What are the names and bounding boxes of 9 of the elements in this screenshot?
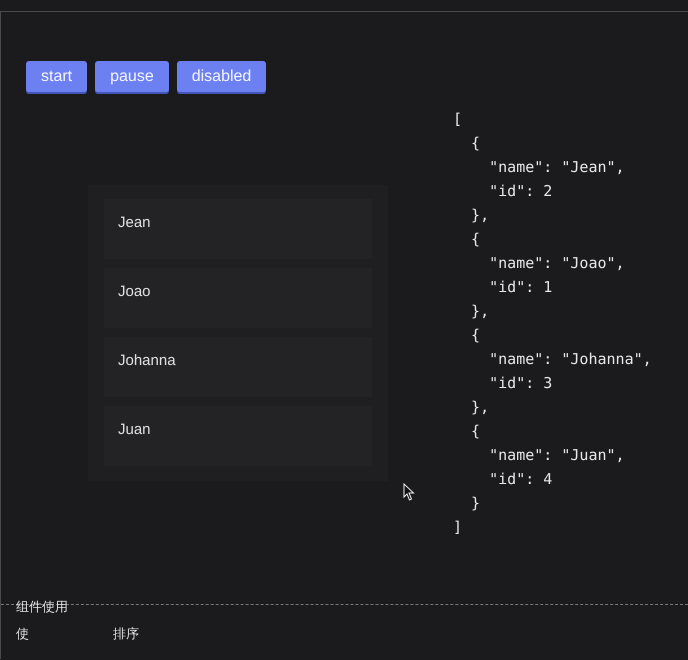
json-output: [ { "name": "Jean", "id": 2 }, { "name": "Joao", "id": 1 }, { "name": "Johanna", "id": 3 }, { "name": "Juan", "id": 4 } ]: [453, 109, 652, 538]
section-title: 组件使用: [16, 599, 69, 615]
list-item[interactable]: Joao: [104, 268, 372, 328]
list-item[interactable]: Juan: [104, 406, 372, 466]
description-text: 使: [16, 625, 29, 643]
description-text: 排序: [113, 625, 139, 643]
list-item[interactable]: Jean: [104, 199, 372, 259]
list-item[interactable]: Johanna: [104, 337, 372, 397]
cursor-icon: [403, 483, 415, 501]
